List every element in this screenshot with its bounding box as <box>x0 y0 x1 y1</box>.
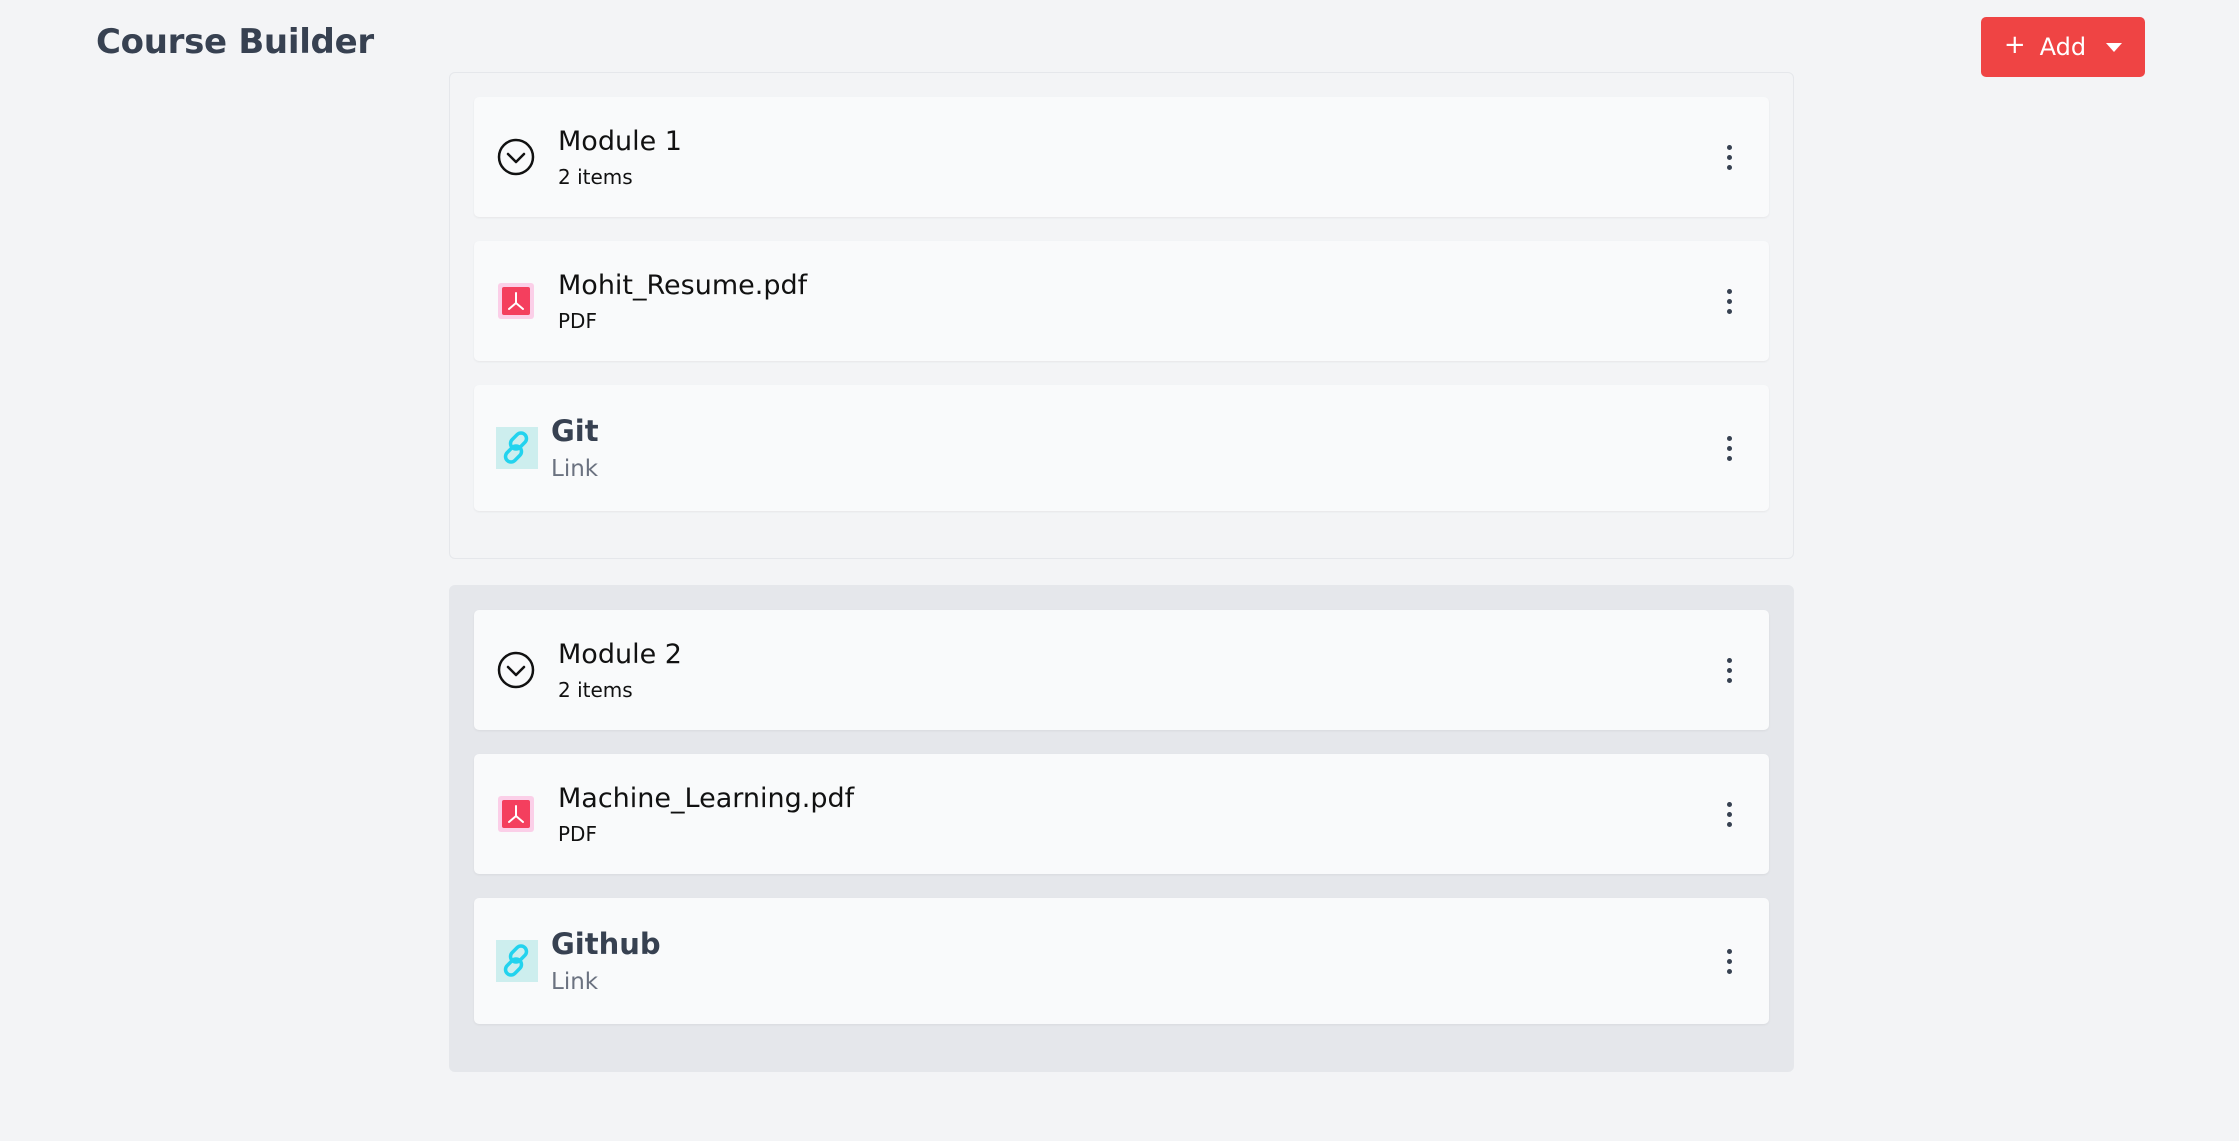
chevron-down-icon[interactable] <box>474 138 558 176</box>
add-button[interactable]: + Add <box>1981 17 2145 77</box>
link-icon <box>474 940 551 982</box>
more-options-icon[interactable] <box>1717 941 1741 981</box>
item-title: Mohit_Resume.pdf <box>558 269 808 301</box>
more-options-icon[interactable] <box>1717 428 1741 468</box>
module-section-2: Module 2 2 items Machine_Learning.pdf PD… <box>449 585 1794 1072</box>
list-item[interactable]: Mohit_Resume.pdf PDF <box>474 241 1769 361</box>
more-options-icon[interactable] <box>1717 137 1741 177</box>
item-title: Machine_Learning.pdf <box>558 782 855 814</box>
module-section-1: Module 1 2 items Mohit_Resume.pdf PDF Gi… <box>449 72 1794 559</box>
list-item[interactable]: Machine_Learning.pdf PDF <box>474 754 1769 874</box>
item-title: Git <box>551 414 599 448</box>
add-button-label: Add <box>2039 33 2087 61</box>
item-type: PDF <box>558 308 597 333</box>
module-header-1[interactable]: Module 1 2 items <box>474 97 1769 217</box>
list-item[interactable]: Github Link <box>474 898 1769 1024</box>
page-title: Course Builder <box>96 22 374 62</box>
plus-icon: + <box>2003 30 2026 60</box>
item-type: Link <box>551 456 599 482</box>
list-item[interactable]: Git Link <box>474 385 1769 511</box>
caret-down-icon <box>2106 42 2123 52</box>
item-type: PDF <box>558 821 597 846</box>
link-icon <box>474 427 551 469</box>
more-options-icon[interactable] <box>1717 794 1741 834</box>
more-options-icon[interactable] <box>1717 281 1741 321</box>
chevron-down-icon[interactable] <box>474 651 558 689</box>
module-header-2[interactable]: Module 2 2 items <box>474 610 1769 730</box>
module-item-count: 2 items <box>558 677 633 702</box>
item-type: Link <box>551 969 599 995</box>
module-title: Module 2 <box>558 638 682 670</box>
module-title: Module 1 <box>558 125 682 157</box>
item-title: Github <box>551 927 661 961</box>
pdf-icon <box>474 796 558 832</box>
more-options-icon[interactable] <box>1717 650 1741 690</box>
module-item-count: 2 items <box>558 164 633 189</box>
pdf-icon <box>474 283 558 319</box>
